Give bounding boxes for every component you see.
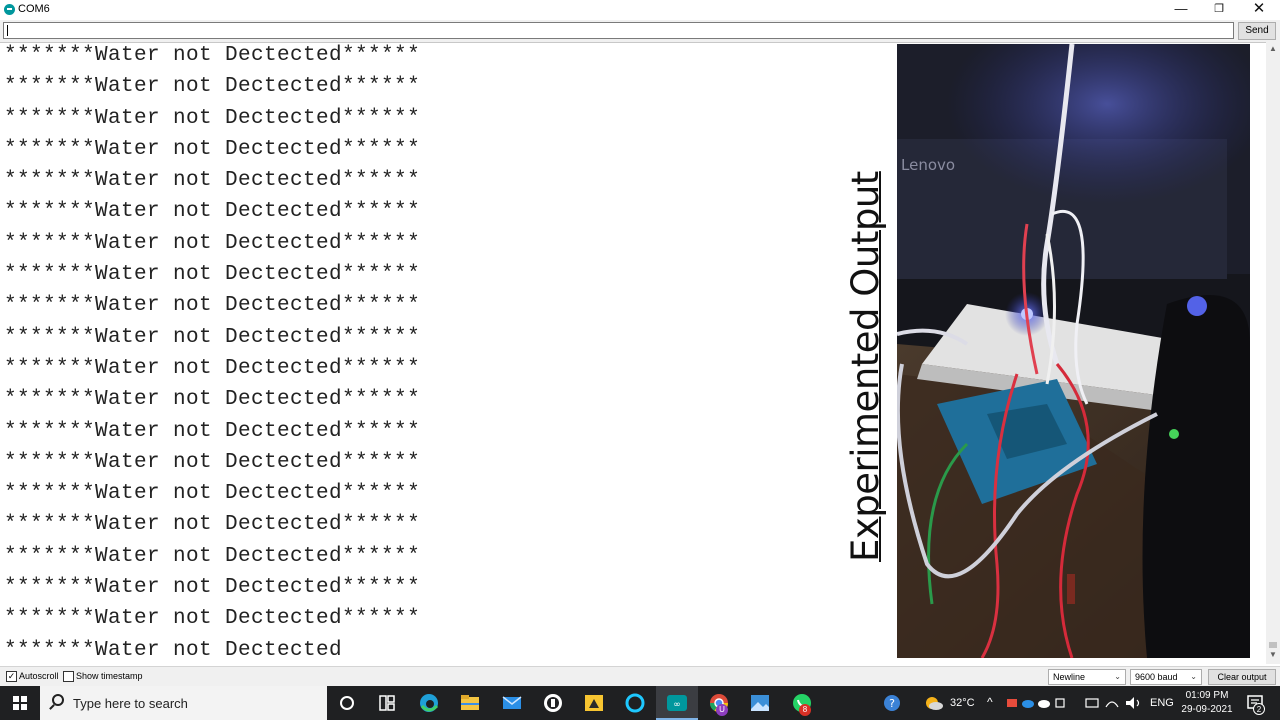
mail-icon[interactable] <box>500 692 524 714</box>
weather-icon[interactable] <box>922 692 946 714</box>
clear-output-button[interactable]: Clear output <box>1208 669 1276 685</box>
show-timestamp-label: Show timestamp <box>76 671 143 681</box>
task-view-icon[interactable] <box>375 692 399 714</box>
chevron-down-icon: ⌄ <box>1190 672 1197 681</box>
start-button[interactable] <box>0 686 40 720</box>
serial-monitor-footer: ✓ Autoscroll Show timestamp Newline ⌄ 96… <box>0 666 1280 686</box>
scroll-up-arrow-icon[interactable]: ▲ <box>1266 42 1280 56</box>
vertical-scrollbar[interactable]: ▲ ▼ <box>1266 42 1280 664</box>
weather-temperature[interactable]: 32°C <box>950 697 975 709</box>
lenovo-logo: Lenovo <box>901 156 955 174</box>
serial-output-line: *******Water not Dectected****** <box>4 200 421 224</box>
input-language[interactable]: ENG <box>1150 697 1174 709</box>
system-clock[interactable]: 01:09 PM 29-09-2021 <box>1176 689 1238 717</box>
search-placeholder: Type here to search <box>73 696 188 711</box>
arduino-app-icon <box>4 4 15 15</box>
serial-output-line: *******Water not Dectected****** <box>4 356 421 380</box>
serial-output-line: *******Water not Dectected****** <box>4 607 421 631</box>
chevron-down-icon: ⌄ <box>1114 672 1121 681</box>
tray-icons-group[interactable] <box>1006 692 1066 714</box>
serial-output-line: *******Water not Dectected****** <box>4 388 421 412</box>
arduino-taskbar-active[interactable]: ∞ <box>656 686 698 720</box>
maximize-button[interactable]: ❐ <box>1200 0 1238 20</box>
send-button[interactable]: Send <box>1238 22 1276 40</box>
windows-logo-icon <box>13 696 27 710</box>
sticky-notes-icon[interactable] <box>582 692 606 714</box>
title-bar: COM6 — ❐ ✕ <box>0 0 1280 20</box>
serial-output-line: *******Water not Dectected****** <box>4 325 421 349</box>
edge-icon[interactable] <box>417 692 441 714</box>
network-volume-icons[interactable] <box>1084 692 1144 714</box>
output-lines: *******Water not Dectected****** *******W… <box>4 43 420 664</box>
serial-output-line: *******Water not Dectected****** <box>4 137 421 161</box>
send-toolbar: Send <box>0 20 1280 42</box>
autoscroll-label: Autoscroll <box>19 671 59 681</box>
file-explorer-icon[interactable] <box>458 692 482 714</box>
svg-text:∞: ∞ <box>673 700 681 710</box>
serial-output-line: *******Water not Dectected****** <box>4 75 421 99</box>
help-icon[interactable]: ? <box>880 692 904 714</box>
serial-output-line: *******Water not Dectected****** <box>4 419 421 443</box>
cortana-icon[interactable] <box>335 692 359 714</box>
window-title: COM6 <box>18 3 50 15</box>
serial-output-line: *******Water not Dectected****** <box>4 294 421 318</box>
arduino-icon: ∞ <box>667 695 687 711</box>
serial-output-line: *******Water not Dectected****** <box>4 450 421 474</box>
baud-rate-value: 9600 baud <box>1135 672 1178 682</box>
whatsapp-unread-badge: 8 <box>799 704 811 716</box>
windows-taskbar: Type here to search ∞ U 8 ? 32°C ^ ENG 0… <box>0 686 1280 720</box>
serial-output-line: *******Water not Dectected****** <box>4 169 421 193</box>
scroll-down-arrow-icon[interactable]: ▼ <box>1266 648 1280 662</box>
serial-output-line: *******Water not Dectected <box>4 638 343 662</box>
serial-send-input[interactable] <box>3 22 1234 39</box>
experimented-output-caption: Experimented Output <box>844 171 887 562</box>
close-button[interactable]: ✕ <box>1240 0 1278 20</box>
line-ending-value: Newline <box>1053 672 1086 682</box>
svg-text:?: ? <box>889 697 895 710</box>
show-timestamp-checkbox[interactable] <box>63 671 74 682</box>
clock-date: 29-09-2021 <box>1181 704 1233 715</box>
alexa-icon[interactable] <box>623 692 647 714</box>
search-icon <box>52 694 64 706</box>
serial-output-line: *******Water not Dectected****** <box>4 231 421 255</box>
chrome-profile-badge: U <box>716 704 728 716</box>
serial-output-line: *******Water not Dectected****** <box>4 513 421 537</box>
autoscroll-checkbox[interactable]: ✓ <box>6 671 17 682</box>
notification-count-badge: 2 <box>1253 703 1265 715</box>
minimize-button[interactable]: — <box>1162 0 1200 20</box>
app-circle-icon[interactable] <box>541 692 565 714</box>
serial-output-line: *******Water not Dectected****** <box>4 44 421 67</box>
clock-time: 01:09 PM <box>1185 690 1229 701</box>
serial-output-line: *******Water not Dectected****** <box>4 106 421 130</box>
serial-output-line: *******Water not Dectected****** <box>4 544 421 568</box>
chevron-up-icon[interactable]: ^ <box>987 695 993 709</box>
photos-icon[interactable] <box>748 692 772 714</box>
hardware-setup-photo: Lenovo <box>897 44 1250 658</box>
baud-rate-select[interactable]: 9600 baud ⌄ <box>1130 669 1202 685</box>
serial-output-line: *******Water not Dectected****** <box>4 263 421 287</box>
line-ending-select[interactable]: Newline ⌄ <box>1048 669 1126 685</box>
taskbar-search-box[interactable]: Type here to search <box>40 686 327 720</box>
text-caret <box>7 25 8 36</box>
hardware-photo-illustration: Lenovo <box>897 44 1250 658</box>
serial-output-line: *******Water not Dectected****** <box>4 576 421 600</box>
serial-output-line: *******Water not Dectected****** <box>4 482 421 506</box>
